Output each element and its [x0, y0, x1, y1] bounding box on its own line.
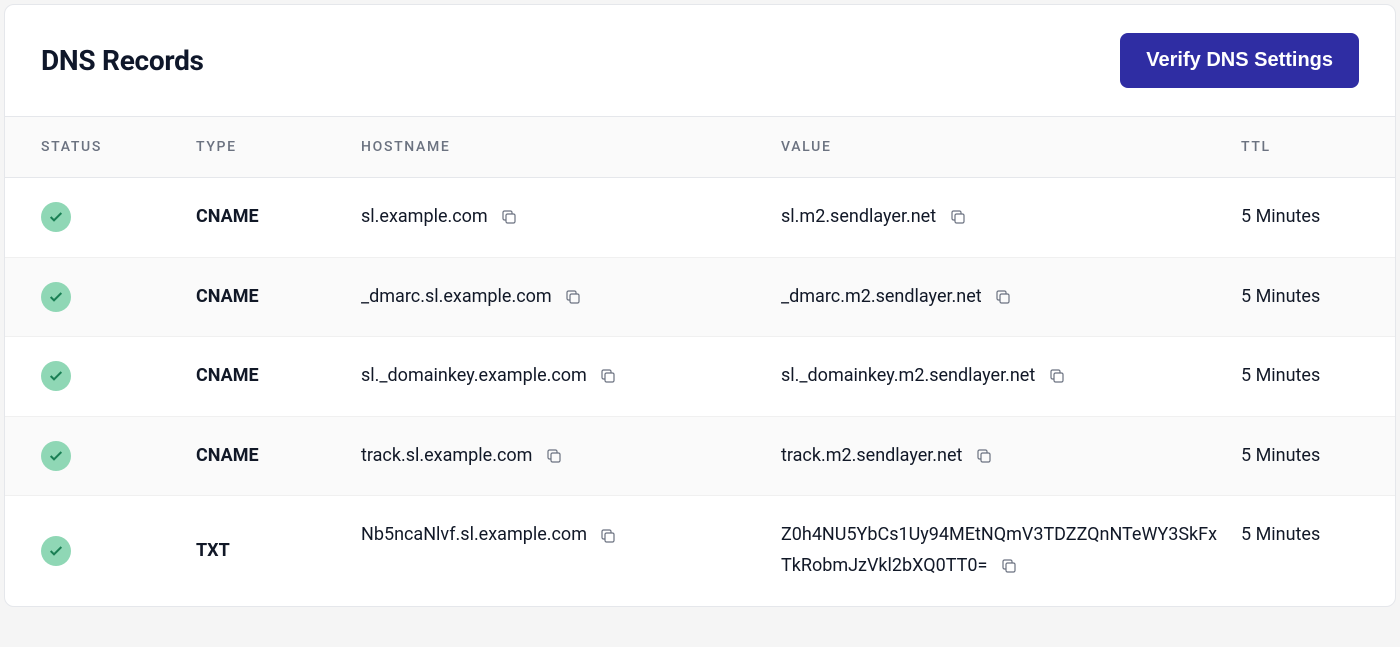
- record-type: CNAME: [196, 206, 259, 227]
- checkmark-icon: [41, 536, 71, 566]
- status-cell: [41, 441, 196, 471]
- status-cell: [41, 282, 196, 312]
- record-value: sl._domainkey.m2.sendlayer.net: [781, 365, 1035, 386]
- table-row: CNAME track.sl.example.com track.m2.send…: [5, 417, 1395, 497]
- copy-value-button[interactable]: [975, 447, 993, 465]
- copy-hostname-button[interactable]: [599, 367, 617, 385]
- card-header: DNS Records Verify DNS Settings: [5, 5, 1395, 116]
- copy-hostname-button[interactable]: [500, 208, 518, 226]
- status-cell: [41, 202, 196, 232]
- copy-value-button[interactable]: [994, 288, 1012, 306]
- status-cell: [41, 536, 196, 566]
- copy-hostname-button[interactable]: [545, 447, 563, 465]
- record-ttl: 5 Minutes: [1241, 365, 1320, 386]
- col-type: TYPE: [196, 139, 361, 155]
- record-hostname: Nb5ncaNlvf.sl.example.com: [361, 524, 587, 545]
- copy-value-button[interactable]: [1000, 557, 1018, 575]
- verify-dns-button[interactable]: Verify DNS Settings: [1120, 33, 1359, 88]
- record-type: CNAME: [196, 365, 259, 386]
- checkmark-icon: [41, 361, 71, 391]
- record-type: CNAME: [196, 445, 259, 466]
- record-hostname: sl.example.com: [361, 206, 488, 227]
- record-value: sl.m2.sendlayer.net: [781, 206, 936, 227]
- record-value: _dmarc.m2.sendlayer.net: [781, 286, 982, 307]
- table-body: CNAME sl.example.com sl.m2.sendlayer.net…: [5, 178, 1395, 606]
- table-row: CNAME _dmarc.sl.example.com _dmarc.m2.se…: [5, 258, 1395, 338]
- dns-table: STATUS TYPE HOSTNAME VALUE TTL CNAME sl.…: [5, 116, 1395, 606]
- table-header-row: STATUS TYPE HOSTNAME VALUE TTL: [5, 116, 1395, 178]
- checkmark-icon: [41, 202, 71, 232]
- card-title: DNS Records: [41, 44, 204, 77]
- col-ttl: TTL: [1241, 139, 1359, 155]
- record-ttl: 5 Minutes: [1241, 445, 1320, 466]
- record-hostname: track.sl.example.com: [361, 445, 532, 466]
- record-value: track.m2.sendlayer.net: [781, 445, 962, 466]
- dns-records-card: DNS Records Verify DNS Settings STATUS T…: [4, 4, 1396, 607]
- record-type: CNAME: [196, 286, 259, 307]
- table-row: TXT Nb5ncaNlvf.sl.example.com Z0h4NU5YbC…: [5, 496, 1395, 605]
- record-hostname: _dmarc.sl.example.com: [361, 286, 552, 307]
- record-hostname: sl._domainkey.example.com: [361, 365, 587, 386]
- table-row: CNAME sl._domainkey.example.com sl._doma…: [5, 337, 1395, 417]
- status-cell: [41, 361, 196, 391]
- col-value: VALUE: [781, 139, 1241, 155]
- copy-value-button[interactable]: [949, 208, 967, 226]
- col-status: STATUS: [41, 139, 196, 155]
- record-ttl: 5 Minutes: [1241, 286, 1320, 307]
- record-ttl: 5 Minutes: [1241, 206, 1320, 227]
- record-type: TXT: [196, 540, 230, 561]
- copy-hostname-button[interactable]: [564, 288, 582, 306]
- record-ttl: 5 Minutes: [1241, 524, 1320, 545]
- col-hostname: HOSTNAME: [361, 139, 781, 155]
- checkmark-icon: [41, 282, 71, 312]
- checkmark-icon: [41, 441, 71, 471]
- copy-value-button[interactable]: [1048, 367, 1066, 385]
- table-row: CNAME sl.example.com sl.m2.sendlayer.net…: [5, 178, 1395, 258]
- copy-hostname-button[interactable]: [599, 527, 617, 545]
